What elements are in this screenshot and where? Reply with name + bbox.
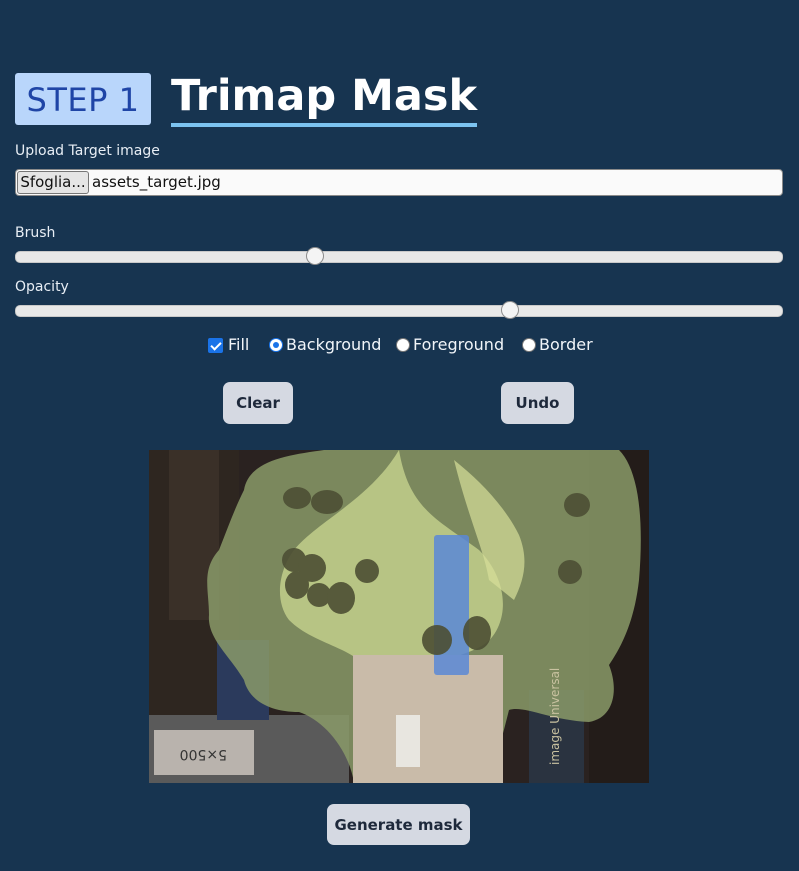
border-label: Border <box>539 335 593 354</box>
fill-checkbox[interactable] <box>208 338 223 353</box>
photo-pot-tag <box>396 715 420 767</box>
brush-label: Brush <box>15 225 56 241</box>
potted-plant-photo: 5×500 image Universal <box>149 450 649 783</box>
mask-canvas[interactable]: 5×500 image Universal <box>149 450 649 783</box>
page-title: Trimap Mask <box>171 69 478 127</box>
brush-slider[interactable] <box>15 247 783 265</box>
step-badge: STEP 1 <box>15 73 151 125</box>
foreground-label: Foreground <box>413 335 505 354</box>
fill-label: Fill <box>228 335 250 354</box>
photo-book-text: image Universal <box>548 668 562 765</box>
brush-slider-track[interactable] <box>15 251 783 263</box>
undo-button[interactable]: Undo <box>501 382 574 424</box>
background-radio[interactable] <box>269 338 283 352</box>
opacity-label: Opacity <box>15 279 69 295</box>
clear-button[interactable]: Clear <box>223 382 293 424</box>
generate-mask-button[interactable]: Generate mask <box>327 804 470 845</box>
foreground-radio[interactable] <box>396 338 410 352</box>
opacity-slider[interactable] <box>15 301 783 319</box>
background-label: Background <box>286 335 382 354</box>
border-radio[interactable] <box>522 338 536 352</box>
file-name: assets_target.jpg <box>92 173 221 191</box>
brush-slider-thumb[interactable] <box>305 247 324 265</box>
opacity-slider-track[interactable] <box>15 305 783 317</box>
browse-button[interactable]: Sfoglia... <box>17 171 89 194</box>
upload-label: Upload Target image <box>15 143 160 159</box>
photo-box-text: 5×500 <box>180 746 227 762</box>
photo-pot <box>353 655 503 783</box>
file-input[interactable]: Sfoglia... assets_target.jpg <box>15 169 783 196</box>
